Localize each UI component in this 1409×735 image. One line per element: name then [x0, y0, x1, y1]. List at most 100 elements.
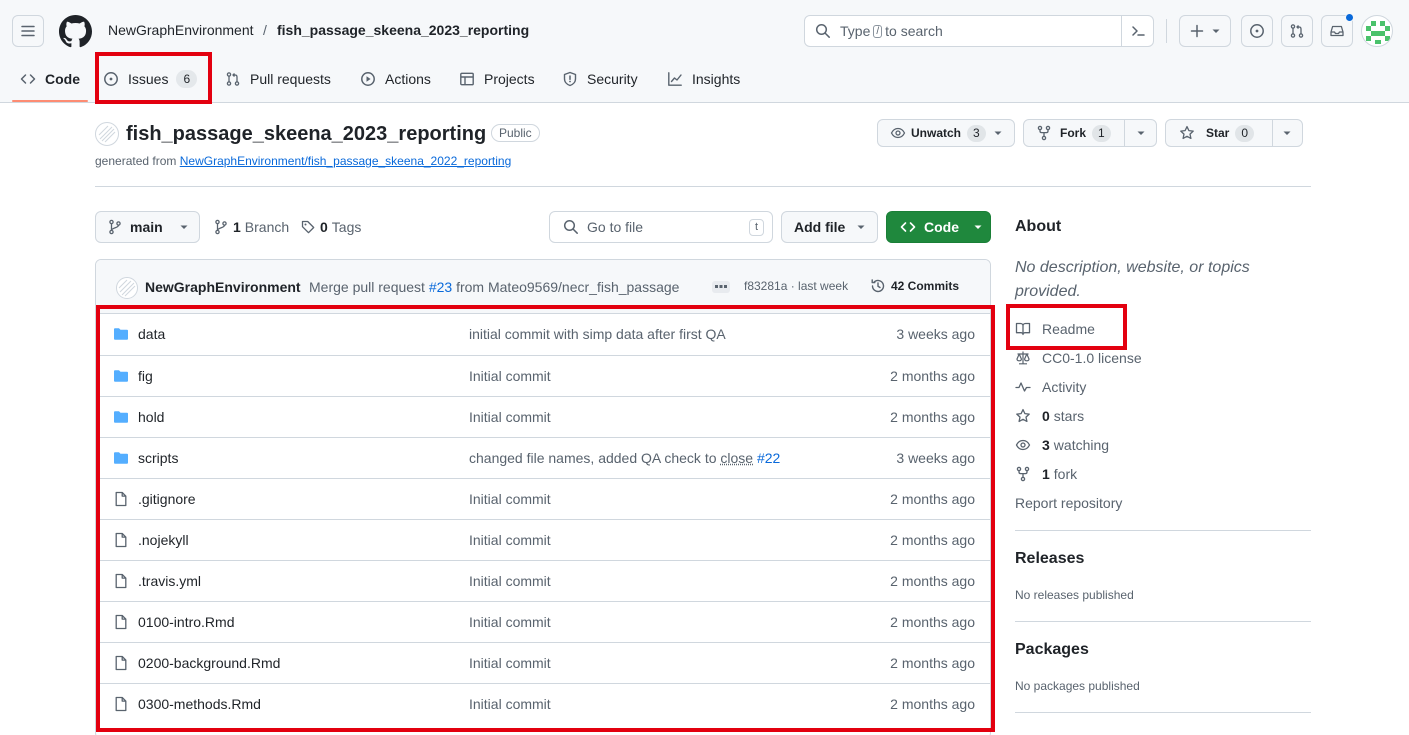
file-commit-message[interactable]: Initial commit	[469, 409, 551, 425]
file-row[interactable]: 0100-intro.Rmd Initial commit 2 months a…	[96, 601, 990, 642]
file-name[interactable]: .nojekyll	[138, 532, 189, 548]
tab-code[interactable]: Code	[20, 62, 80, 96]
file-commit-message[interactable]: Initial commit	[469, 368, 551, 384]
file-name[interactable]: .travis.yml	[138, 573, 201, 589]
owner-avatar[interactable]	[95, 122, 119, 146]
file-row[interactable]: .travis.yml Initial commit 2 months ago	[96, 560, 990, 601]
file-row[interactable]: fig Initial commit 2 months ago	[96, 355, 990, 396]
watching-link[interactable]: 3 watching	[1015, 437, 1109, 453]
forks-link[interactable]: 1 fork	[1015, 466, 1077, 482]
search-icon	[563, 219, 578, 234]
commit-message[interactable]: Merge pull request #23 from Mateo9569/ne…	[309, 279, 679, 295]
file-name[interactable]: 0200-background.Rmd	[138, 655, 280, 671]
stars-link[interactable]: 0 stars	[1015, 408, 1084, 424]
code-icon	[20, 74, 36, 84]
tab-actions[interactable]: Actions	[360, 62, 431, 96]
file-row[interactable]: 0200-background.Rmd Initial commit 2 mon…	[96, 642, 990, 683]
issues-button[interactable]	[1241, 15, 1273, 47]
create-new-button[interactable]	[1179, 15, 1231, 47]
branches-label: Branch	[244, 219, 290, 235]
packages-empty-text: No packages published	[1015, 679, 1140, 693]
pull-requests-button[interactable]	[1281, 15, 1313, 47]
tab-code-label: Code	[45, 71, 80, 87]
commit-message-suffix: from Mateo9569/necr_fish_passage	[456, 279, 680, 295]
add-file-button[interactable]: Add file	[781, 211, 878, 243]
file-name[interactable]: data	[138, 326, 165, 342]
menu-button[interactable]	[12, 15, 44, 47]
commit-author[interactable]: NewGraphEnvironment	[145, 279, 301, 295]
activity-link[interactable]: Activity	[1015, 379, 1086, 395]
ellipsis-icon	[715, 285, 727, 288]
about-description: No description, website, or topics provi…	[1015, 259, 1250, 300]
commit-expand-button[interactable]	[712, 281, 730, 293]
license-link[interactable]: CC0-1.0 license	[1015, 350, 1142, 366]
eye-icon	[1015, 439, 1031, 451]
tab-pull-requests[interactable]: Pull requests	[225, 62, 331, 96]
watching-count: 3	[1042, 437, 1050, 453]
file-commit-date: 3 weeks ago	[896, 450, 975, 466]
commit-pr-link[interactable]: #23	[429, 279, 452, 295]
close-keyword: close	[720, 450, 754, 466]
file-row[interactable]: scripts changed file names, added QA che…	[96, 437, 990, 478]
avatar[interactable]	[1361, 15, 1393, 47]
global-search-input[interactable]: Type / to search	[804, 15, 1154, 47]
go-to-file-input[interactable]: Go to file t	[549, 211, 773, 243]
releases-heading[interactable]: Releases	[1015, 550, 1084, 568]
shield-icon	[563, 71, 577, 87]
file-row[interactable]: hold Initial commit 2 months ago	[96, 396, 990, 437]
file-name[interactable]: hold	[138, 409, 164, 425]
report-repository-link[interactable]: Report repository	[1015, 495, 1122, 511]
commit-sha-time[interactable]: f83281a · last week	[744, 279, 848, 293]
file-row[interactable]: .gitignore Initial commit 2 months ago	[96, 478, 990, 519]
file-commit-message[interactable]: Initial commit	[469, 696, 551, 712]
commit-author-avatar[interactable]	[116, 277, 138, 299]
readme-link[interactable]: Readme	[1015, 321, 1095, 337]
file-commit-message[interactable]: Initial commit	[469, 573, 551, 589]
file-name[interactable]: 0100-intro.Rmd	[138, 614, 235, 630]
terminal-icon	[1131, 26, 1145, 36]
tab-projects[interactable]: Projects	[459, 62, 535, 96]
file-name[interactable]: 0300-methods.Rmd	[138, 696, 261, 712]
file-commit-message[interactable]: Initial commit	[469, 532, 551, 548]
tab-actions-label: Actions	[385, 71, 431, 87]
tab-security[interactable]: Security	[562, 62, 638, 96]
fork-icon	[1037, 125, 1051, 141]
tab-insights[interactable]: Insights	[667, 62, 740, 96]
unwatch-button[interactable]: Unwatch 3	[877, 119, 1015, 147]
branch-selector[interactable]: main	[95, 211, 200, 243]
file-commit-message[interactable]: changed file names, added QA check to cl…	[469, 450, 780, 466]
breadcrumb-owner[interactable]: NewGraphEnvironment	[108, 22, 254, 38]
file-commit-message[interactable]: Initial commit	[469, 655, 551, 671]
tags-link[interactable]: 0 Tags	[301, 219, 361, 235]
file-commit-date: 2 months ago	[890, 368, 975, 384]
file-row[interactable]: data initial commit with simp data after…	[96, 314, 990, 355]
command-palette-button[interactable]	[1121, 15, 1153, 47]
file-commit-message[interactable]: Initial commit	[469, 491, 551, 507]
fork-button[interactable]: Fork 1	[1023, 119, 1157, 147]
file-name[interactable]: .gitignore	[138, 491, 196, 507]
law-icon	[1016, 351, 1030, 365]
file-name[interactable]: fig	[138, 368, 153, 384]
file-name[interactable]: scripts	[138, 450, 178, 466]
repo-title[interactable]: fish_passage_skeena_2023_reporting	[126, 123, 486, 146]
license-label: CC0-1.0 license	[1042, 350, 1142, 366]
commits-history-link[interactable]: 42 Commits	[870, 278, 959, 294]
file-commit-message[interactable]: initial commit with simp data after firs…	[469, 326, 726, 342]
go-to-file-placeholder: Go to file	[587, 219, 644, 235]
breadcrumb-repo[interactable]: fish_passage_skeena_2023_reporting	[277, 22, 529, 38]
github-logo-icon[interactable]	[59, 15, 92, 48]
file-row[interactable]: 0300-methods.Rmd Initial commit 2 months…	[96, 683, 990, 724]
file-row[interactable]: .nojekyll Initial commit 2 months ago	[96, 519, 990, 560]
template-repo-link[interactable]: NewGraphEnvironment/fish_passage_skeena_…	[180, 154, 512, 168]
code-button[interactable]: Code	[886, 211, 991, 243]
tab-issues[interactable]: Issues 6	[103, 62, 198, 96]
packages-heading[interactable]: Packages	[1015, 641, 1089, 659]
branches-link[interactable]: 1 Branch	[214, 219, 289, 235]
star-button[interactable]: Star 0	[1165, 119, 1303, 147]
unwatch-label: Unwatch	[911, 126, 962, 140]
template-source: generated from NewGraphEnvironment/fish_…	[95, 154, 511, 168]
fork-count-sidebar: 1	[1042, 466, 1050, 482]
pulse-icon	[1015, 382, 1031, 392]
issue-link[interactable]: #22	[757, 450, 780, 466]
file-commit-message[interactable]: Initial commit	[469, 614, 551, 630]
